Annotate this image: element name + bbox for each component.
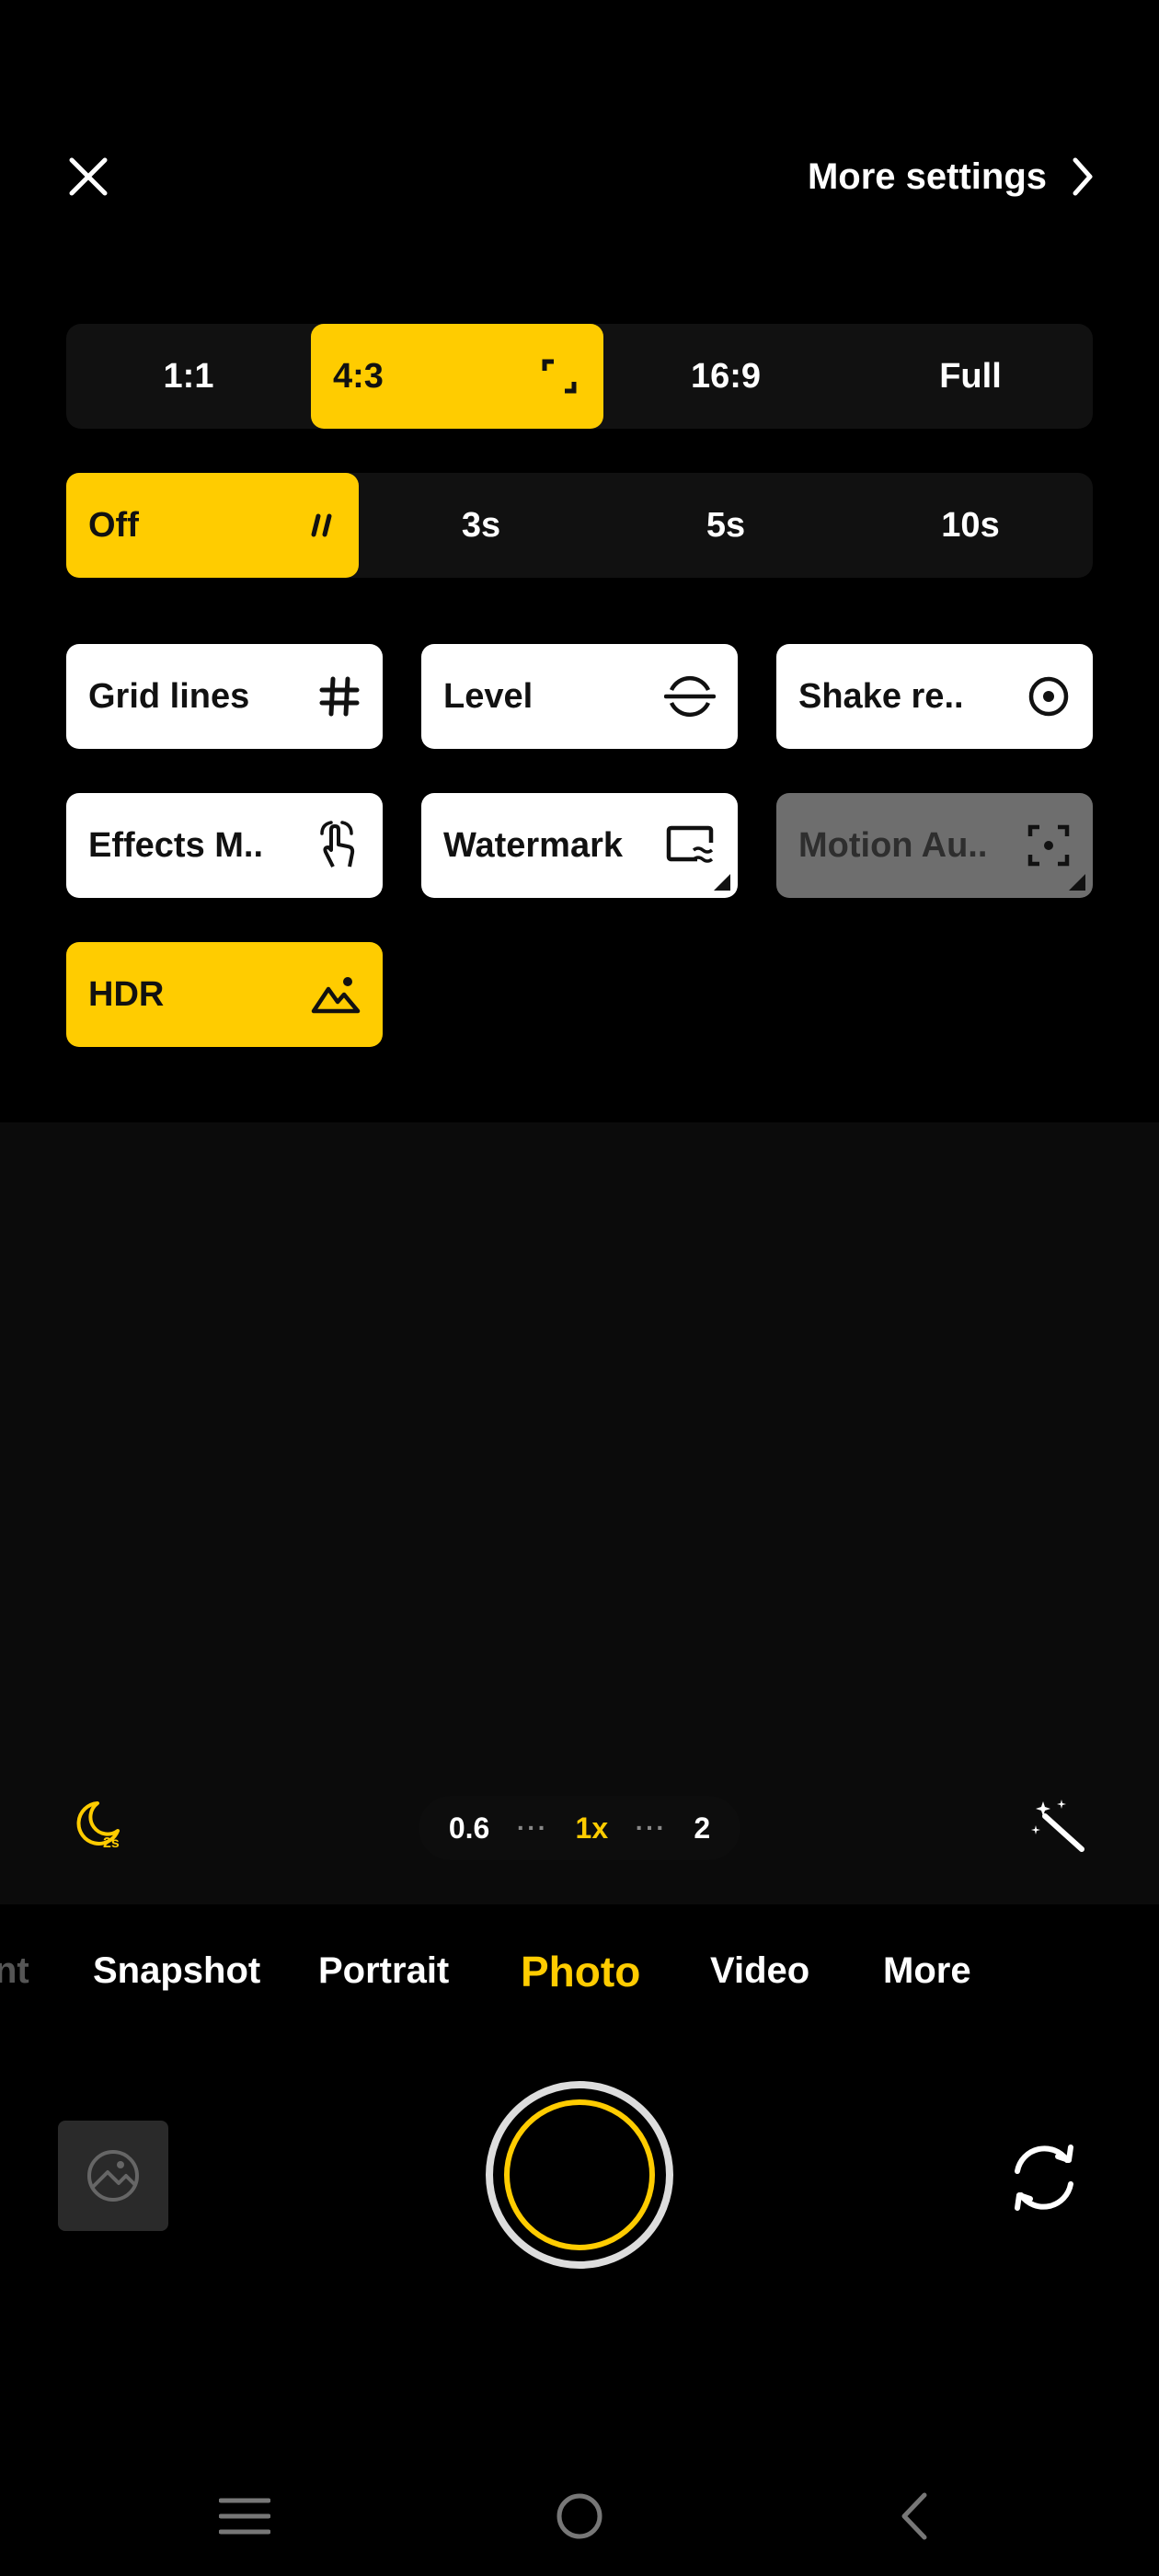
timer-option-3s[interactable]: 3s: [359, 473, 603, 578]
zoom-level-2[interactable]: 2: [694, 1811, 710, 1846]
hdr-toggle[interactable]: HDR: [66, 942, 383, 1047]
grid-icon: [319, 676, 360, 717]
zoom-separator: ···: [516, 1813, 548, 1842]
mode-snapshot[interactable]: Snapshot: [93, 1950, 260, 1992]
night-mode-icon: 2s: [76, 1801, 120, 1851]
tile-label: Watermark: [443, 825, 624, 865]
aspect-option-label: 1:1: [163, 356, 214, 396]
timer-option-5s[interactable]: 5s: [603, 473, 848, 578]
expand-indicator: [714, 874, 730, 891]
more-settings-link[interactable]: More settings: [808, 147, 1095, 206]
timer-selector: Off 3s 5s 10s: [66, 473, 1093, 578]
beauty-effects-button[interactable]: [1030, 1796, 1095, 1860]
aspect-option-16-9[interactable]: 16:9: [603, 324, 848, 429]
timer-option-label: Off: [88, 505, 139, 545]
nav-back-button[interactable]: [878, 2489, 951, 2544]
tile-label: HDR: [88, 974, 165, 1014]
flip-camera-icon: [1015, 2145, 1073, 2211]
shake-reduction-toggle[interactable]: Shake re..: [776, 644, 1093, 749]
close-button[interactable]: [59, 147, 118, 206]
more-settings-label: More settings: [807, 155, 1047, 197]
aspect-option-label: 16:9: [690, 356, 762, 396]
timer-option-label: 3s: [461, 505, 501, 545]
watermark-toggle[interactable]: Watermark: [421, 793, 738, 898]
zoom-separator: ···: [635, 1813, 667, 1842]
shake-reduction-icon: [1028, 676, 1069, 717]
nav-menu-button[interactable]: [208, 2489, 281, 2544]
tile-label: Grid lines: [88, 676, 250, 716]
tile-label: Effects M..: [88, 825, 264, 865]
night-mode-button[interactable]: 2s: [70, 1796, 129, 1855]
gallery-thumbnail[interactable]: [58, 2121, 168, 2231]
motion-autofocus-icon: [1027, 824, 1070, 867]
close-icon: [69, 157, 108, 196]
aspect-ratio-selector: 1:1 4:3 16:9 Full: [66, 324, 1093, 429]
mode-portrait[interactable]: Portrait: [318, 1950, 449, 1992]
menu-icon: [219, 2498, 270, 2535]
zoom-level-0-6[interactable]: 0.6: [449, 1811, 489, 1846]
tile-label: Motion Au..: [798, 825, 988, 865]
zoom-selector: 0.6 ··· 1x ··· 2: [419, 1796, 740, 1860]
level-icon: [664, 675, 716, 718]
effects-mode-toggle[interactable]: Effects M..: [66, 793, 383, 898]
timer-option-off[interactable]: Off: [66, 473, 359, 578]
hdr-mountain-icon: [311, 977, 361, 1014]
shutter-button[interactable]: [486, 2081, 673, 2269]
grid-lines-toggle[interactable]: Grid lines: [66, 644, 383, 749]
watermark-icon: [666, 825, 714, 863]
mode-photo[interactable]: Photo: [521, 1947, 640, 1996]
tile-label: Level: [443, 676, 534, 716]
gesture-icon: [320, 821, 355, 868]
shutter-inner-ring: [504, 2099, 655, 2250]
motion-autofocus-toggle[interactable]: Motion Au..: [776, 793, 1093, 898]
viewfinder[interactable]: [0, 1122, 1159, 1904]
aspect-option-4-3[interactable]: 4:3: [311, 324, 603, 429]
timer-off-icon: [311, 513, 332, 537]
timer-option-label: 5s: [706, 505, 746, 545]
aspect-option-label: 4:3: [333, 356, 384, 396]
back-icon: [901, 2492, 927, 2540]
aspect-option-label: Full: [939, 356, 1002, 396]
level-toggle[interactable]: Level: [421, 644, 738, 749]
expand-indicator: [1069, 874, 1085, 891]
tile-label: Shake re..: [798, 676, 964, 716]
night-duration-label: 2s: [103, 1835, 120, 1851]
aspect-option-full[interactable]: Full: [848, 324, 1093, 429]
timer-option-10s[interactable]: 10s: [848, 473, 1093, 578]
flip-camera-button[interactable]: [1003, 2136, 1085, 2219]
magic-wand-icon: [1031, 1800, 1084, 1852]
home-icon: [557, 2493, 602, 2539]
timer-option-label: 10s: [941, 505, 1000, 545]
camera-mode-strip: nt Snapshot Portrait Photo Video More: [0, 1947, 1159, 2006]
mode-more[interactable]: More: [883, 1950, 971, 1992]
gallery-icon: [87, 2150, 139, 2202]
mode-night[interactable]: nt: [0, 1950, 29, 1992]
chevron-right-icon: [1073, 157, 1093, 196]
mode-video[interactable]: Video: [710, 1950, 809, 1992]
zoom-level-1x[interactable]: 1x: [576, 1811, 609, 1846]
nav-home-button[interactable]: [543, 2489, 616, 2544]
expand-corners-icon: [542, 359, 577, 394]
aspect-option-1-1[interactable]: 1:1: [66, 324, 311, 429]
